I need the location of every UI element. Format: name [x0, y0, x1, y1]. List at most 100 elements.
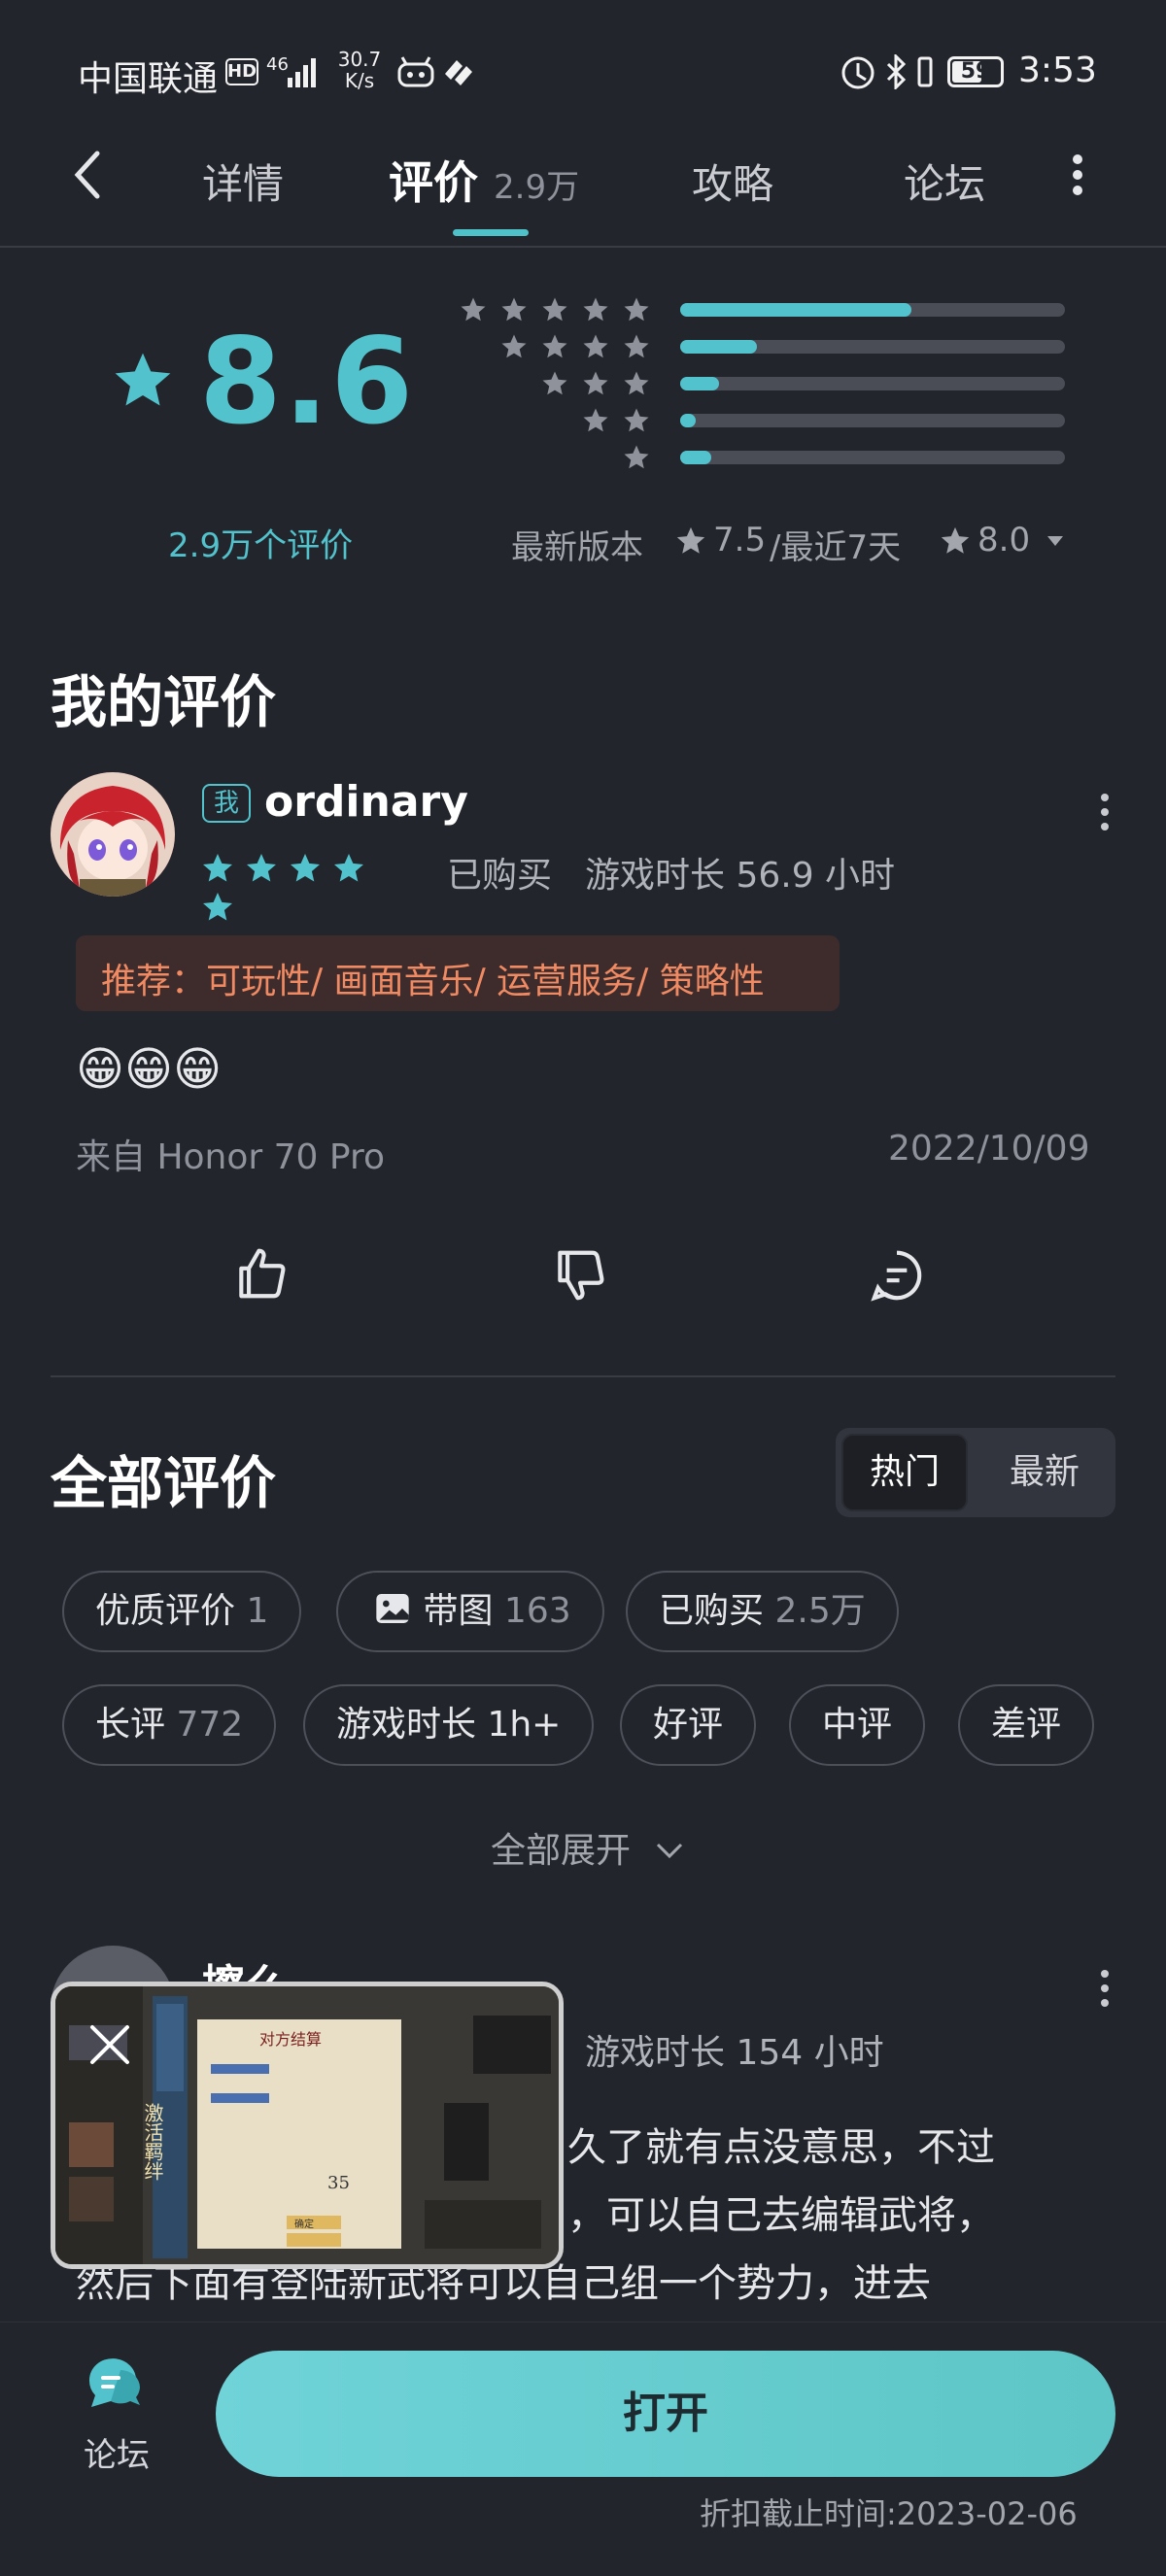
expand-all-button[interactable]: 全部展开: [491, 1822, 684, 1873]
sort-new-button[interactable]: 最新: [981, 1434, 1108, 1511]
close-icon[interactable]: [88, 2023, 131, 2066]
distribution-bar-4: [680, 340, 1065, 354]
forum-label[interactable]: 论坛: [84, 2428, 150, 2476]
playtime-label: 游戏时长 56.9 小时: [585, 856, 896, 896]
reviews-count: 2.9万: [494, 168, 580, 207]
review-playtime: 游戏时长 154 小时: [585, 2033, 884, 2073]
star-icon: [583, 334, 608, 358]
star-icon: [676, 526, 705, 554]
star-icon: [624, 445, 649, 469]
distribution-bar-fill: [680, 414, 696, 427]
filter-chip-negative[interactable]: 差评: [958, 1684, 1095, 1766]
distribution-bar-5: [680, 303, 1065, 317]
more-vertical-icon[interactable]: [1096, 1968, 1114, 2009]
top-nav: [0, 136, 1166, 248]
avatar[interactable]: [51, 772, 175, 897]
username[interactable]: ordinary: [264, 777, 468, 827]
review-content: 😁😁😁: [76, 1042, 223, 1097]
distribution-stars-3: [540, 369, 663, 402]
distribution-stars-1: [622, 443, 663, 476]
filter-chip-with-image[interactable]: 带图 163: [336, 1571, 604, 1652]
tiktok-notification-icon: [445, 60, 472, 85]
star-icon: [542, 334, 567, 358]
tab-guides[interactable]: 攻略: [692, 152, 773, 211]
star-icon: [583, 371, 608, 395]
rating-distribution: [447, 291, 1069, 486]
review-text-line: ，可以自己去编辑武将，: [567, 2193, 995, 2238]
star-icon: [501, 297, 527, 322]
panel-title: 对方结算: [259, 2030, 322, 2049]
star-icon: [115, 353, 171, 406]
distribution-bar-2: [680, 414, 1065, 427]
tab-forum[interactable]: 论坛: [904, 152, 985, 211]
recent-label: /最近7天: [770, 528, 902, 567]
filter-chip-playtime[interactable]: 游戏时长 1h+: [303, 1684, 595, 1766]
review-text-line: 久了就有点没意思，不过: [567, 2125, 995, 2170]
distribution-bar-fill: [680, 451, 711, 464]
filter-chip-purchased[interactable]: 已购买 2.5万: [626, 1571, 899, 1652]
more-vertical-icon[interactable]: [1067, 153, 1088, 196]
filter-chip-positive[interactable]: 好评: [620, 1684, 757, 1766]
distribution-bar-3: [680, 377, 1065, 390]
comment-icon[interactable]: [867, 1245, 927, 1305]
more-vertical-icon[interactable]: [1096, 792, 1114, 832]
active-tab-indicator: [453, 229, 529, 236]
sort-hot-button[interactable]: 热门: [841, 1434, 968, 1511]
star-icon: [542, 297, 567, 322]
battery-indicator: 59: [947, 56, 1004, 87]
star-icon: [624, 297, 649, 322]
caret-down-icon[interactable]: [1044, 532, 1067, 550]
distribution-stars-2: [581, 406, 663, 439]
star-icon: [583, 408, 608, 432]
review-date: 2022/10/09: [888, 1129, 1090, 1169]
data-saver-icon: [841, 56, 874, 89]
open-button[interactable]: 打开: [216, 2351, 1115, 2477]
section-divider: [51, 1375, 1115, 1377]
thumbs-down-icon[interactable]: [550, 1245, 610, 1305]
distribution-bar-fill: [680, 303, 911, 317]
recommend-tags: 推荐：可玩性/ 画面音乐/ 运营服务/ 策略性: [76, 935, 840, 1011]
latest-version-label: 最新版本: [511, 528, 643, 567]
latest-version-score: 7.5: [713, 521, 767, 559]
all-reviews-title: 全部评价: [51, 1450, 277, 1516]
overall-score: 8.6: [199, 313, 416, 451]
star-icon: [461, 297, 486, 322]
me-badge: 我: [202, 784, 251, 823]
distribution-bar-1: [680, 451, 1065, 464]
floating-video-player[interactable]: 激活羁绊 对方结算 35 确定: [51, 1982, 564, 2269]
back-arrow-icon[interactable]: [68, 148, 107, 202]
discount-deadline: 折扣截止时间:2023-02-06: [700, 2495, 1078, 2532]
distribution-stars-4: [499, 332, 663, 365]
star-icon: [334, 854, 363, 882]
confirm-text: 确定: [294, 2218, 314, 2230]
tab-reviews[interactable]: 评价 2.9万: [389, 148, 579, 212]
signal-icon: [288, 58, 316, 87]
status-bar: 中国联通 HD 46 30.7 K/s 59 3:53: [0, 0, 1166, 136]
carrier-name: 中国联通: [78, 59, 219, 99]
image-icon: [376, 1594, 409, 1623]
vibrate-icon: [917, 56, 933, 87]
filter-chip-neutral[interactable]: 中评: [789, 1684, 926, 1766]
thumbs-up-icon[interactable]: [231, 1243, 292, 1304]
recent-score[interactable]: 8.0: [977, 521, 1030, 559]
device-label: 来自 Honor 70 Pro: [76, 1137, 385, 1177]
forum-icon[interactable]: [82, 2353, 146, 2411]
filter-chip-quality[interactable]: 优质评价 1: [62, 1571, 302, 1652]
app-notification-icon: [397, 56, 434, 87]
review-count-link[interactable]: 2.9万个评价: [168, 519, 353, 566]
star-icon: [501, 334, 527, 358]
banner-text: 激活羁绊: [141, 2103, 164, 2181]
star-icon: [291, 854, 320, 882]
star-icon: [203, 854, 232, 882]
hd-badge: HD: [225, 58, 258, 85]
my-star-rating: [200, 851, 414, 921]
clock: 3:53: [1018, 51, 1097, 90]
star-icon: [624, 334, 649, 358]
star-icon: [624, 408, 649, 432]
sort-toggle: 热门 最新: [836, 1428, 1115, 1517]
bluetooth-icon: [886, 54, 907, 89]
filter-chip-long[interactable]: 长评 772: [62, 1684, 277, 1766]
tab-details[interactable]: 详情: [202, 152, 284, 211]
star-icon: [583, 297, 608, 322]
chevron-down-icon: [657, 1843, 683, 1859]
